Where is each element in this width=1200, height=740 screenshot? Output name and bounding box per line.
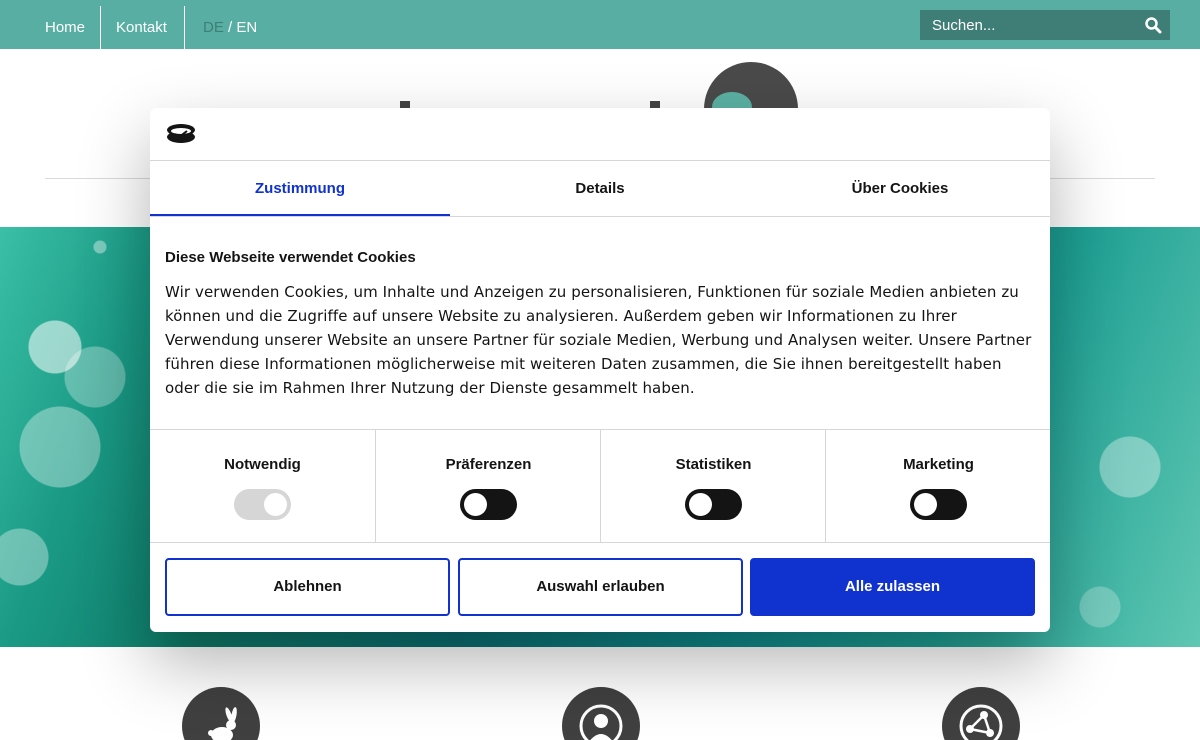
marketing-switch[interactable]	[910, 489, 967, 520]
reject-button[interactable]: Ablehnen	[165, 558, 450, 616]
switch-knob	[464, 493, 487, 516]
toggle-notwendig: Notwendig	[150, 430, 375, 542]
language-switcher: DE / EN	[203, 0, 257, 49]
nav-divider	[184, 6, 185, 49]
toggle-label: Marketing	[903, 456, 974, 473]
network-icon[interactable]	[942, 687, 1020, 740]
nav-home-link[interactable]: Home	[45, 0, 85, 49]
toggle-label: Notwendig	[224, 456, 301, 473]
rabbit-icon[interactable]	[182, 687, 260, 740]
search-input[interactable]	[920, 10, 1140, 40]
toggle-marketing: Marketing	[825, 430, 1050, 542]
lang-de-link[interactable]: DE	[203, 19, 224, 36]
toggle-label: Präferenzen	[445, 456, 532, 473]
switch-knob	[264, 493, 287, 516]
allow-selection-button[interactable]: Auswahl erlauben	[458, 558, 743, 616]
nav-kontakt-link[interactable]: Kontakt	[116, 0, 167, 49]
notwendig-switch	[234, 489, 291, 520]
consent-title: Diese Webseite verwendet Cookies	[165, 249, 416, 266]
toggle-label: Statistiken	[675, 456, 752, 473]
switch-knob	[689, 493, 712, 516]
tab-details[interactable]: Details	[450, 161, 750, 216]
tab-zustimmung[interactable]: Zustimmung	[150, 161, 450, 216]
tab-ueber-cookies[interactable]: Über Cookies	[750, 161, 1050, 216]
praeferenzen-switch[interactable]	[460, 489, 517, 520]
cookie-consent-dialog: Zustimmung Details Über Cookies Diese We…	[150, 108, 1050, 632]
user-icon[interactable]	[562, 687, 640, 740]
toggle-statistiken: Statistiken	[600, 430, 825, 542]
lang-en-link[interactable]: EN	[236, 19, 257, 36]
cookiebot-logo-icon	[167, 124, 195, 143]
lang-separator: /	[223, 19, 237, 36]
switch-knob	[914, 493, 937, 516]
statistiken-switch[interactable]	[685, 489, 742, 520]
consent-description: Wir verwenden Cookies, um Inhalte und An…	[165, 283, 1032, 397]
nav-divider	[100, 6, 101, 49]
search-icon[interactable]	[1144, 16, 1162, 34]
allow-all-button[interactable]: Alle zulassen	[750, 558, 1035, 616]
search-box	[920, 10, 1170, 40]
tabs-divider	[150, 216, 1050, 217]
toggles-divider	[150, 542, 1050, 543]
toggle-praeferenzen: Präferenzen	[375, 430, 600, 542]
